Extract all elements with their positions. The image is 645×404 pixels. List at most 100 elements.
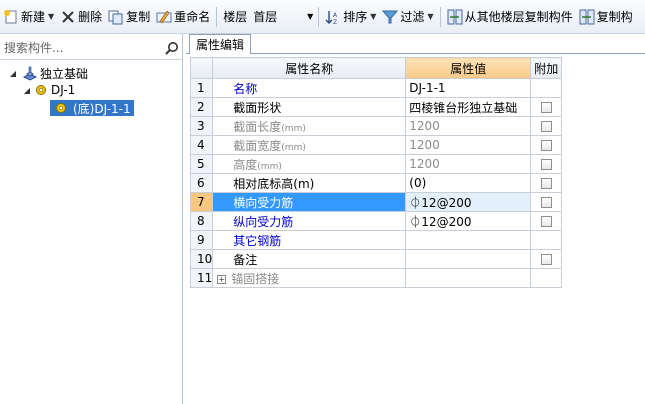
row-number: 8 — [189, 211, 214, 231]
property-value[interactable] — [405, 230, 532, 250]
table-row[interactable]: 3 截面长度(mm) 1200 — [189, 116, 563, 136]
svg-text:Z: Z — [333, 19, 337, 25]
rename-icon — [156, 9, 172, 25]
table-row[interactable]: 2 截面形状 四棱锥台形独立基础 — [189, 97, 563, 117]
property-name: 截面长度(mm) — [212, 116, 407, 136]
property-value[interactable]: ⏀12@200 — [405, 192, 532, 212]
copy-from-floor-button[interactable]: 从其他楼层复制构件 — [444, 6, 576, 28]
property-value[interactable]: ⏀12@200 — [405, 211, 532, 231]
extra-cell — [530, 268, 563, 288]
sort-button[interactable]: AZ 排序 ▼ — [322, 6, 379, 28]
extra-cell — [530, 78, 563, 98]
row-number: 2 — [189, 97, 214, 117]
search-icon[interactable] — [161, 37, 183, 59]
component-tree: ◢ 独立基础 ◢ DJ-1 (底)DJ-1-1 — [0, 62, 183, 116]
property-name: 备注 — [212, 249, 407, 269]
property-name-text: 锚固搭接 — [231, 271, 280, 286]
floor-select[interactable]: 首层 ▼ — [251, 7, 315, 27]
table-row[interactable]: 6 相对底标高(m) (0) — [189, 173, 563, 193]
tree-item-dj-1[interactable]: ◢ DJ-1 — [0, 82, 183, 98]
property-value[interactable] — [405, 268, 532, 288]
table-row[interactable]: 9 其它钢筋 — [189, 230, 563, 250]
row-number: 1 — [189, 78, 214, 98]
property-value[interactable]: (0) — [405, 173, 532, 193]
collapse-icon[interactable]: ◢ — [22, 86, 32, 95]
extra-cell — [530, 97, 563, 117]
property-value[interactable] — [405, 249, 532, 269]
tab-label: 属性编辑 — [196, 38, 245, 52]
property-value[interactable]: 1200 — [405, 135, 532, 155]
copy-from-floor-icon — [447, 9, 463, 25]
property-name-text: 高度 — [233, 157, 258, 172]
property-value[interactable]: 1200 — [405, 116, 532, 136]
toolbar-separator — [318, 6, 320, 27]
property-grid: 属性名称 属性值 附加 1 名称 DJ-1-1 2 截面形状 四棱锥台形独立基础… — [189, 57, 563, 288]
copy-button[interactable]: 复制 — [105, 6, 153, 28]
extra-cell — [530, 116, 563, 136]
rebar-grade-icon: ⏀ — [409, 214, 422, 229]
table-row[interactable]: 5 高度(mm) 1200 — [189, 154, 563, 174]
extra-checkbox[interactable] — [540, 159, 552, 170]
delete-button[interactable]: 删除 — [57, 6, 105, 28]
sort-icon: AZ — [325, 9, 341, 26]
foundation-icon — [22, 65, 38, 81]
filter-button[interactable]: 过滤 ▼ — [379, 6, 436, 28]
extra-checkbox[interactable] — [540, 140, 552, 151]
extra-checkbox[interactable] — [540, 197, 552, 208]
tree-item-dj-1-1[interactable]: (底)DJ-1-1 — [0, 100, 183, 116]
floor-value: 首层 — [253, 10, 278, 24]
new-button[interactable]: 新建 ▼ — [0, 6, 57, 28]
rename-button[interactable]: 重命名 — [153, 6, 213, 28]
property-value-text: 12@200 — [421, 195, 472, 210]
property-name: 截面宽度(mm) — [212, 135, 407, 155]
table-row[interactable]: 11 + 锚固搭接 — [189, 268, 563, 288]
tab-property-editor[interactable]: 属性编辑 — [189, 34, 252, 54]
delete-label: 删除 — [78, 10, 103, 24]
extra-checkbox[interactable] — [540, 216, 552, 227]
collapse-icon[interactable]: ◢ — [8, 69, 18, 78]
extra-checkbox[interactable] — [540, 178, 552, 189]
rebar-grade-icon: ⏀ — [409, 195, 422, 210]
sort-dropdown-icon[interactable]: ▼ — [370, 12, 376, 21]
filter-dropdown-icon[interactable]: ▼ — [427, 12, 433, 21]
property-value[interactable]: 1200 — [405, 154, 532, 174]
rename-label: 重命名 — [174, 10, 211, 24]
new-dropdown-icon[interactable]: ▼ — [48, 12, 54, 21]
svg-text:A: A — [333, 12, 338, 19]
copy-to-icon — [579, 9, 595, 25]
tree-item-isolated-foundation[interactable]: ◢ 独立基础 — [0, 65, 183, 81]
tab-strip: 属性编辑 — [186, 34, 645, 54]
property-value[interactable]: DJ-1-1 — [405, 78, 532, 98]
property-name: 其它钢筋 — [212, 230, 407, 250]
property-name: 名称 — [212, 78, 407, 98]
grid-header-row: 属性名称 属性值 附加 — [189, 57, 563, 79]
table-row[interactable]: 4 截面宽度(mm) 1200 — [189, 135, 563, 155]
row-number: 5 — [189, 154, 214, 174]
row-number: 4 — [189, 135, 214, 155]
search-input[interactable] — [0, 36, 161, 59]
extra-cell — [530, 249, 563, 269]
gear-icon — [35, 84, 47, 96]
table-row-selected[interactable]: 7 横向受力筋 ⏀12@200 — [189, 192, 563, 212]
extra-checkbox[interactable] — [540, 121, 552, 132]
property-value[interactable]: 四棱锥台形独立基础 — [405, 97, 532, 117]
extra-checkbox[interactable] — [540, 254, 552, 265]
property-name: 截面形状 — [212, 97, 407, 117]
extra-checkbox[interactable] — [540, 102, 552, 113]
selected-tree-item: (底)DJ-1-1 — [50, 100, 134, 116]
sort-label: 排序 — [343, 10, 368, 24]
chevron-down-icon: ▼ — [307, 12, 314, 21]
new-label: 新建 — [21, 10, 46, 24]
table-row[interactable]: 1 名称 DJ-1-1 — [189, 78, 563, 98]
table-row[interactable]: 10 备注 — [189, 249, 563, 269]
table-row[interactable]: 8 纵向受力筋 ⏀12@200 — [189, 211, 563, 231]
extra-cell — [530, 173, 563, 193]
expand-icon[interactable]: + — [217, 274, 227, 284]
gear-icon — [55, 102, 67, 114]
extra-cell — [530, 211, 563, 231]
copy-to-button[interactable]: 复制构 — [576, 6, 636, 28]
corner-cell — [189, 57, 214, 79]
header-property-value: 属性值 — [405, 57, 532, 79]
copy-to-label: 复制构 — [596, 10, 633, 24]
tree-item-label: (底)DJ-1-1 — [73, 101, 131, 116]
